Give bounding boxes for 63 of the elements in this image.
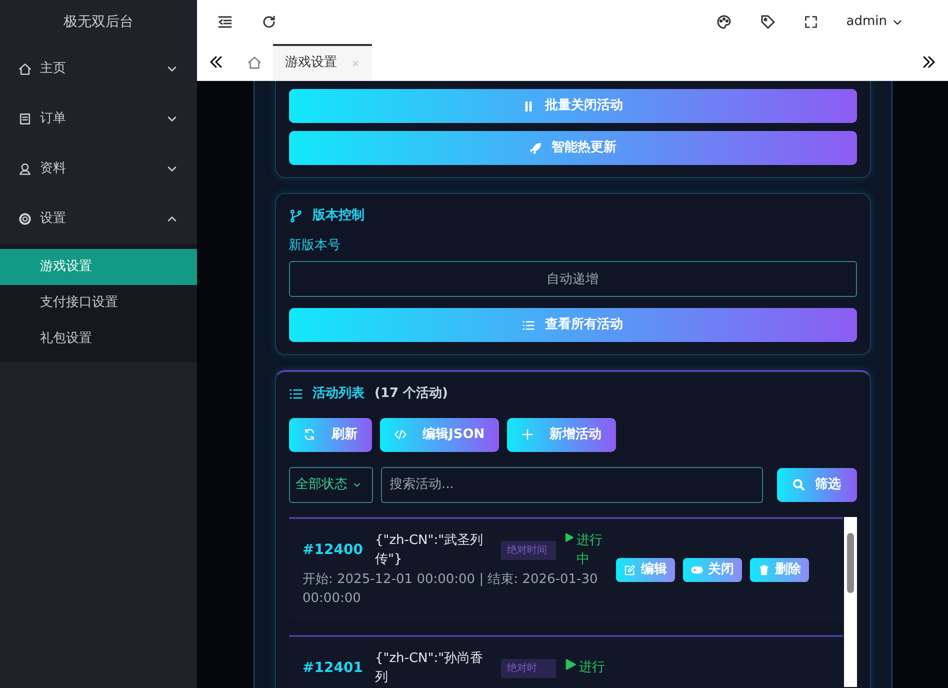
rocket-icon — [528, 142, 542, 154]
close-icon — [351, 58, 360, 68]
palette-icon — [716, 14, 732, 30]
scrollbar[interactable] — [844, 516, 856, 686]
version-field[interactable]: 自动递增 — [288, 261, 856, 297]
code-icon — [394, 428, 406, 441]
toggle-icon — [690, 564, 703, 576]
action-button[interactable]: 智能热更新 — [288, 131, 856, 165]
document-icon — [18, 112, 32, 126]
activity-id: #12400 — [302, 540, 363, 560]
activity-time: 开始: 2025-12-01 00:00:00 | 结束: 2026-01-30 00:00:00 — [302, 570, 599, 608]
activity-id: #12401 — [302, 658, 363, 678]
submenu-item[interactable]: 礼包设置 — [0, 321, 197, 357]
toolbar-button[interactable]: 新增活动 — [506, 418, 616, 452]
field-label: 新版本号 — [288, 236, 342, 254]
row-action-button[interactable]: 编辑 — [616, 558, 675, 582]
status-select[interactable]: 全部状态 — [288, 466, 372, 502]
sync-icon — [302, 428, 316, 441]
activity-title: {"zh-CN":"武圣列传"} — [374, 532, 484, 569]
card-title: 版本控制 — [312, 207, 364, 225]
status-label: 进行 — [564, 658, 608, 678]
person-icon — [18, 162, 32, 176]
toolbar-button[interactable]: 刷新 — [288, 418, 372, 452]
search-field[interactable]: 搜索活动... — [380, 466, 762, 502]
time-type-badge: 绝对时 — [500, 658, 556, 678]
sidebar-item[interactable]: 订单 — [0, 94, 197, 144]
submenu-item[interactable]: 支付接口设置 — [0, 285, 197, 321]
sidebar-title: 极无双后台 — [62, 12, 134, 32]
refresh-icon — [261, 14, 277, 30]
row-action-button[interactable]: 关闭 — [682, 558, 742, 582]
plus-icon — [520, 428, 534, 441]
submenu-item[interactable]: 游戏设置 — [0, 249, 197, 285]
tag-icon — [760, 14, 776, 30]
gear-icon — [18, 212, 32, 226]
play-icon — [564, 658, 577, 672]
activity-title: {"zh-CN":"孙尚香列 — [374, 650, 484, 686]
toolbar-button[interactable]: 编辑JSON — [380, 418, 499, 452]
filter-button[interactable]: 筛选 — [776, 468, 856, 502]
card-title: 活动列表 — [312, 385, 364, 403]
activity-count: (17 个活动) — [374, 385, 448, 403]
home-icon — [18, 62, 32, 76]
page-tab[interactable]: 游戏设置 — [273, 44, 372, 80]
sidebar-item[interactable]: 资料 — [0, 144, 197, 194]
search-icon — [792, 478, 805, 491]
home-icon — [246, 54, 262, 70]
double-chevron-right-icon — [921, 54, 937, 70]
sidebar-item[interactable]: 设置 — [0, 194, 197, 244]
user-menu[interactable]: admin — [846, 12, 904, 32]
time-type-badge: 绝对时间 — [500, 540, 556, 560]
menu-fold-icon — [217, 14, 233, 30]
list-icon — [288, 386, 302, 401]
double-chevron-left-icon — [208, 54, 224, 70]
fullscreen-icon — [804, 15, 818, 29]
sidebar-item[interactable]: 主页 — [0, 44, 197, 94]
view-activities-button[interactable]: 查看所有活动 — [288, 308, 856, 342]
status-label: 进行中 — [564, 530, 608, 570]
play-icon — [564, 530, 574, 544]
trash-icon — [758, 564, 770, 576]
edit-icon — [624, 564, 636, 576]
row-action-button[interactable]: 删除 — [750, 558, 809, 582]
branch-icon — [288, 208, 302, 223]
list-icon — [522, 318, 535, 332]
action-button[interactable]: 批量关闭活动 — [288, 89, 856, 123]
